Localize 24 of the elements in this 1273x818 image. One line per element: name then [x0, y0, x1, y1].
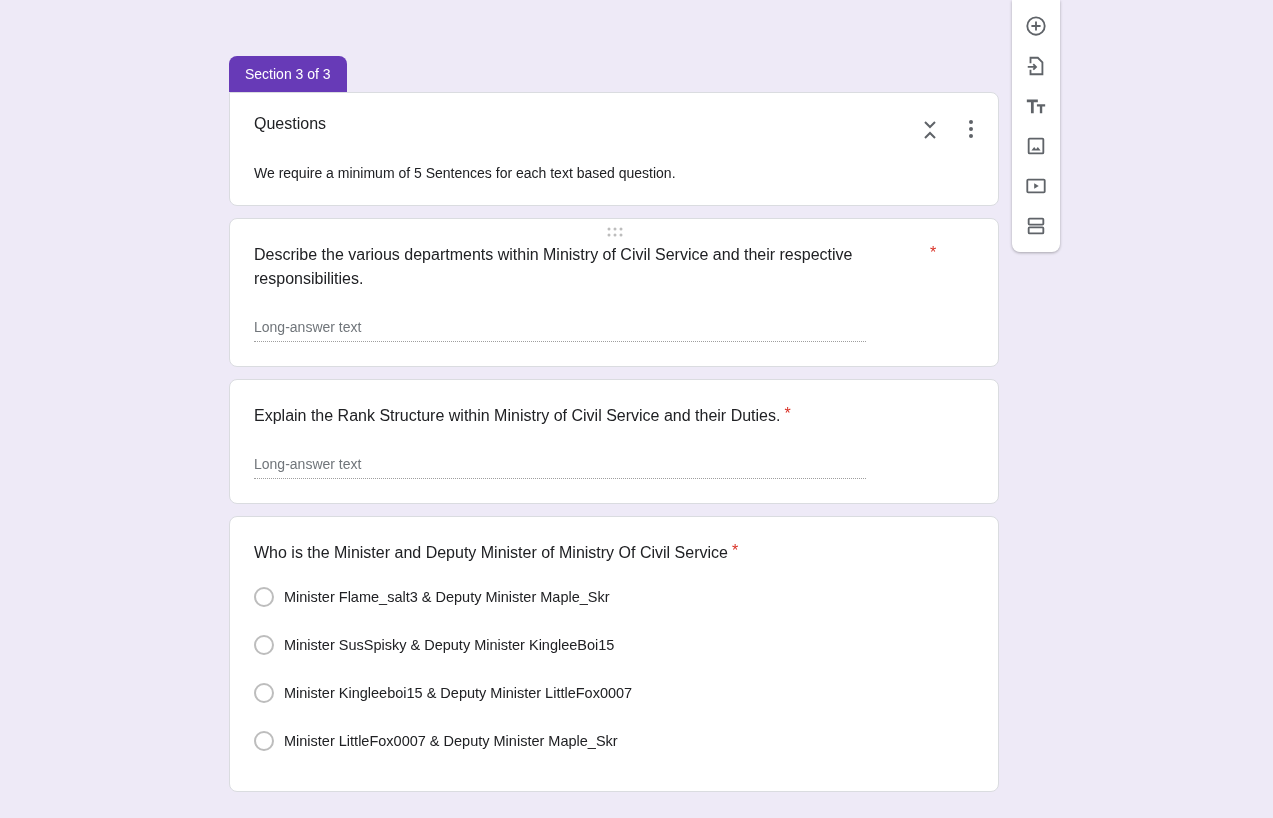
required-mark: * — [731, 541, 739, 561]
required-mark: * — [784, 404, 791, 424]
drag-handle-icon[interactable] — [607, 227, 623, 237]
more-options-button[interactable] — [968, 119, 974, 139]
image-icon — [1025, 135, 1047, 157]
section-icon — [1025, 215, 1047, 237]
radio-option[interactable]: Minister Kingleeboi15 & Deputy Minister LittleFox0007 — [254, 683, 974, 703]
answer-field[interactable]: Long-answer text — [254, 315, 866, 342]
add-circle-icon — [1025, 15, 1047, 37]
radio-icon[interactable] — [254, 635, 274, 655]
radio-icon[interactable] — [254, 683, 274, 703]
required-mark: * — [930, 243, 937, 263]
radio-icon[interactable] — [254, 731, 274, 751]
question-title: Describe the various departments within Ministry of Civil Service and their respective responsibilities. — [254, 245, 854, 289]
radio-option[interactable]: Minister SusSpisky & Deputy Minister KingleeBoi15 — [254, 635, 974, 655]
radio-icon[interactable] — [254, 587, 274, 607]
section-description: We require a minimum of 5 Sentences for each text based question. — [254, 165, 677, 181]
section-title: Questions — [254, 115, 328, 133]
radio-option[interactable]: Minister LittleFox0007 & Deputy Minister Maple_Skr — [254, 731, 974, 751]
question-title: Who is the Minister and Deputy Minister of Ministry Of Civil Service — [254, 543, 728, 563]
radio-option[interactable]: Minister Flame_salt3 & Deputy Minister Maple_Skr — [254, 587, 974, 607]
collapse-button[interactable] — [922, 119, 938, 141]
question-title: Explain the Rank Structure within Ministry of Civil Service and their Duties. — [254, 406, 781, 426]
answer-field[interactable]: Long-answer text — [254, 452, 866, 479]
